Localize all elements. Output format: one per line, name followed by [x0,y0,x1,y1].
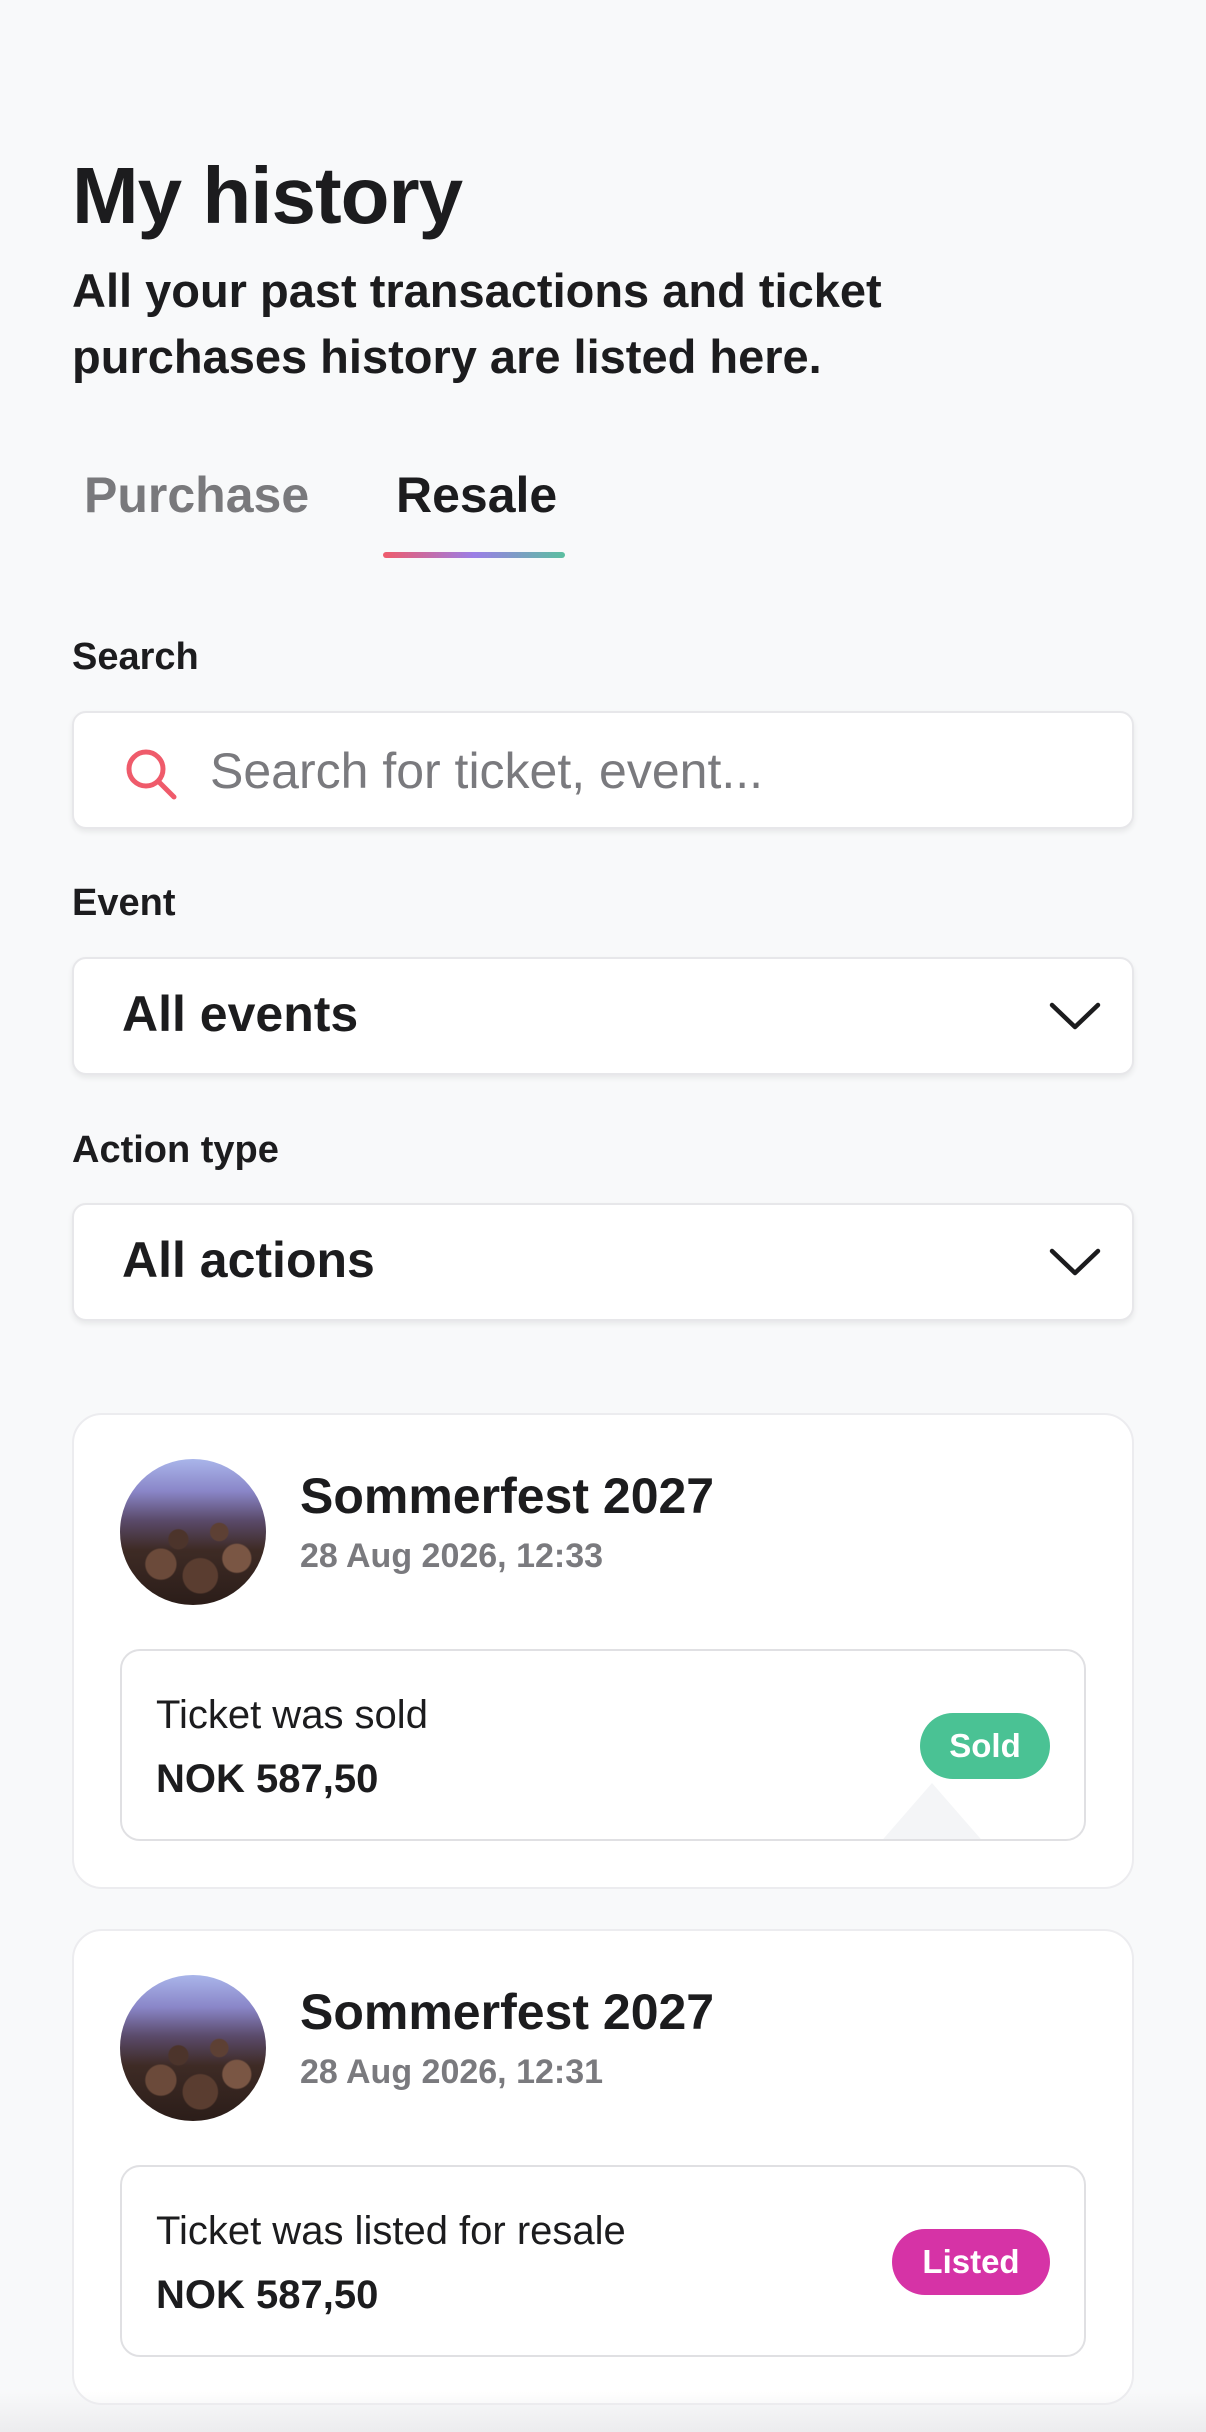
search-input[interactable] [210,731,1110,811]
event-select[interactable]: All events [72,957,1134,1075]
history-tabs: Purchase Resale [72,455,632,565]
chevron-down-icon [1049,1002,1101,1030]
transaction-price: NOK 587,50 [156,2273,379,2317]
page-subtitle: All your past transactions and ticket pu… [72,264,882,383]
event-avatar [120,1459,266,1605]
chevron-down-icon [1049,1248,1101,1276]
active-tab-indicator [383,552,565,558]
event-name: Sommerfest 2027 [300,1468,715,1524]
search-label: Search [72,636,199,678]
bottom-fade [0,2392,1206,2432]
action-type-label: Action type [72,1129,279,1171]
history-card[interactable]: Sommerfest 2027 28 Aug 2026, 12:33 Ticke… [72,1413,1134,1889]
tab-purchase[interactable]: Purchase [84,455,309,535]
search-icon [126,749,177,800]
event-select-value: All events [122,986,359,1042]
tab-resale[interactable]: Resale [396,455,557,535]
status-badge: Sold [920,1713,1050,1779]
event-name: Sommerfest 2027 [300,1984,715,2040]
event-label: Event [72,882,176,924]
transaction-price: NOK 587,50 [156,1757,379,1801]
event-datetime: 28 Aug 2026, 12:31 [300,2053,604,2091]
status-badge: Listed [892,2229,1050,2295]
badge-shadow [878,1783,986,1839]
transaction-detail: Ticket was sold NOK 587,50 Sold [120,1649,1086,1841]
event-avatar [120,1975,266,2121]
action-type-select[interactable]: All actions [72,1203,1134,1321]
transaction-action: Ticket was listed for resale [156,2209,626,2253]
action-type-select-value: All actions [122,1232,375,1288]
search-field [72,711,1134,829]
transaction-detail: Ticket was listed for resale NOK 587,50 … [120,2165,1086,2357]
event-datetime: 28 Aug 2026, 12:33 [300,1537,604,1575]
transaction-action: Ticket was sold [156,1693,428,1737]
history-card[interactable]: Sommerfest 2027 28 Aug 2026, 12:31 Ticke… [72,1929,1134,2405]
page-title: My history [72,151,463,240]
history-page: My history All your past transactions an… [0,0,1206,2432]
